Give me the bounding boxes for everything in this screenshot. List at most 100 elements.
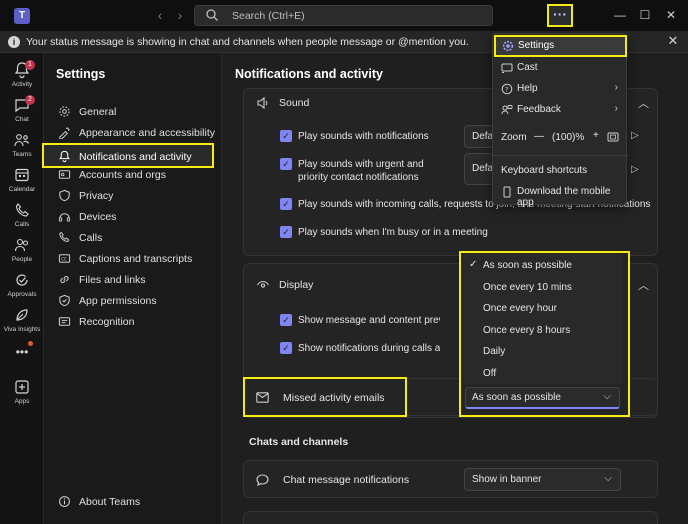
play-sound-icon[interactable]: ▷ <box>631 130 641 142</box>
menu-item-label: Download the mobile app <box>517 186 611 208</box>
menu-item-label: Keyboard shortcuts <box>501 165 588 176</box>
dropdown-option[interactable]: Daily <box>463 341 622 362</box>
appbar-viva-insights[interactable]: Viva Insights <box>0 306 44 340</box>
dropdown-option[interactable]: Once every 10 mins <box>463 277 622 298</box>
menu-item-cast[interactable]: Cast <box>493 58 628 78</box>
gear-icon <box>502 40 514 52</box>
approvals-icon <box>16 274 28 286</box>
dropdown-option[interactable]: Once every hour <box>463 298 622 319</box>
dropdown-option[interactable]: Once every 8 hours <box>463 320 622 341</box>
link-icon <box>60 276 69 283</box>
sidebar-item-devices[interactable]: Devices <box>44 207 222 228</box>
search-input[interactable]: Search (Ctrl+E) <box>194 5 493 26</box>
sound-notifications-checkbox[interactable]: ✓ Play sounds with notifications <box>280 130 450 144</box>
devices-icon <box>58 213 71 222</box>
sidebar-item-captions[interactable]: CC Captions and transcripts <box>44 249 222 270</box>
dropdown-option[interactable]: ✓ As soon as possible <box>463 255 622 276</box>
appbar-calls[interactable]: Calls <box>0 201 44 235</box>
appbar-label: Viva Insights <box>3 326 41 333</box>
sidebar-item-files-links[interactable]: Files and links <box>44 270 222 291</box>
chats-channels-heading: Chats and channels <box>249 436 349 448</box>
appbar-apps[interactable]: Apps <box>0 378 44 412</box>
more-options-button[interactable]: ··· <box>547 4 573 27</box>
collapse-sound-icon[interactable]: ︿ <box>638 95 649 111</box>
minimize-icon[interactable]: — <box>611 6 629 24</box>
zoom-out-button[interactable]: — <box>534 131 544 142</box>
sidebar-item-label: Recognition <box>79 316 135 328</box>
appbar-more-apps[interactable]: ••• <box>0 346 44 362</box>
calendar-icon <box>15 168 29 182</box>
appbar-calendar[interactable]: Calendar <box>0 166 44 200</box>
chat-notifications-card: Chat message notifications Show in banne… <box>243 460 658 498</box>
checkbox-label: Show notifications during calls and meet… <box>298 343 440 354</box>
settings-sidebar: Settings General Appearance and accessib… <box>42 53 222 524</box>
appbar-chat[interactable]: 2 Chat <box>0 95 44 130</box>
close-window-icon[interactable]: ✕ <box>662 6 680 24</box>
zoom-in-button[interactable]: + <box>593 130 599 141</box>
urgent-sound-select[interactable]: Defau <box>464 153 499 185</box>
checkbox-label: Play sounds when I'm busy or in a meetin… <box>298 227 488 238</box>
checkbox-checked-icon: ✓ <box>280 342 292 354</box>
menu-item-label: Feedback <box>517 104 561 115</box>
checkbox-checked-icon: ✓ <box>280 226 292 238</box>
sidebar-item-label: Accounts and orgs <box>79 169 166 181</box>
chevron-down-icon: ⌵ <box>604 473 612 484</box>
sidebar-item-calls[interactable]: Calls <box>44 228 222 249</box>
sidebar-item-general[interactable]: General <box>44 102 222 123</box>
phone-icon <box>59 231 70 242</box>
sound-busy-checkbox[interactable]: ✓ Play sounds when I'm busy or in a meet… <box>280 226 488 240</box>
back-arrow-icon[interactable]: ‹ <box>151 6 169 24</box>
menu-item-feedback[interactable]: Feedback › <box>493 100 628 120</box>
appbar-label: Chat <box>15 116 29 123</box>
checkbox-checked-icon: ✓ <box>280 130 292 142</box>
appbar-people[interactable]: People <box>0 236 44 270</box>
display-previews-checkbox[interactable]: ✓ Show message and content previews in n… <box>280 314 440 328</box>
sidebar-item-recognition[interactable]: Recognition <box>44 312 222 333</box>
search-icon <box>206 9 218 21</box>
missed-activity-select[interactable]: As soon as possible ⌵ <box>465 387 620 409</box>
maximize-icon[interactable]: ☐ <box>636 6 654 24</box>
sidebar-item-label: Appearance and accessibility <box>79 127 215 139</box>
more-options-menu: Settings Cast ? Help › Feedback › Zoom —… <box>492 33 628 208</box>
menu-item-settings[interactable]: Settings <box>494 35 627 57</box>
brush-icon <box>59 127 70 139</box>
people-icon <box>14 238 29 252</box>
title-bar: T ‹ › Search (Ctrl+E) ··· — ☐ ✕ <box>0 0 688 31</box>
notification-sound-select[interactable]: Defau <box>464 125 499 148</box>
play-sound-icon[interactable]: ▷ <box>631 164 641 176</box>
option-label: Once every 8 hours <box>483 325 571 336</box>
missed-activity-dropdown[interactable]: ✓ As soon as possible Once every 10 mins… <box>459 251 630 417</box>
display-during-calls-checkbox[interactable]: ✓ Show notifications during calls and me… <box>280 342 440 356</box>
close-banner-icon[interactable]: ✕ <box>666 34 680 48</box>
forward-arrow-icon[interactable]: › <box>171 6 189 24</box>
appbar-activity[interactable]: 1 Activity <box>0 60 44 95</box>
appbar-teams[interactable]: Teams <box>0 131 44 165</box>
menu-item-help[interactable]: ? Help › <box>493 79 628 99</box>
select-value: Show in banner <box>472 474 542 485</box>
checkbox-checked-icon: ✓ <box>280 314 292 326</box>
sidebar-item-label: About Teams <box>79 496 141 508</box>
checkbox-label: Play sounds with urgent and priority con… <box>298 159 424 183</box>
menu-item-download-mobile[interactable]: Download the mobile app <box>493 182 628 208</box>
sound-urgent-checkbox[interactable]: ✓ Play sounds with urgent and priority c… <box>280 158 450 186</box>
sidebar-item-about[interactable]: About Teams <box>44 492 222 513</box>
sidebar-item-label: Privacy <box>79 190 114 202</box>
sidebar-item-privacy[interactable]: Privacy <box>44 186 222 207</box>
collapse-display-icon[interactable]: ︿ <box>638 277 649 293</box>
menu-item-label: Help <box>517 83 538 94</box>
sidebar-item-label: App permissions <box>79 295 157 307</box>
fullscreen-icon[interactable] <box>607 132 619 142</box>
dropdown-option[interactable]: Off <box>463 363 622 384</box>
sidebar-item-label: General <box>79 106 117 118</box>
sidebar-item-accounts[interactable]: Accounts and orgs <box>44 165 222 186</box>
menu-item-keyboard-shortcuts[interactable]: Keyboard shortcuts <box>493 161 628 181</box>
option-label: Once every 10 mins <box>483 282 572 293</box>
appbar-approvals[interactable]: Approvals <box>0 271 44 305</box>
eye-icon <box>257 280 269 288</box>
sidebar-item-app-permissions[interactable]: App permissions <box>44 291 222 312</box>
mobile-phone-icon <box>503 186 511 198</box>
sidebar-item-appearance[interactable]: Appearance and accessibility <box>44 123 222 144</box>
chat-notifications-select[interactable]: Show in banner ⌵ <box>464 468 621 491</box>
option-label: As soon as possible <box>483 260 572 271</box>
apps-icon <box>15 380 29 394</box>
